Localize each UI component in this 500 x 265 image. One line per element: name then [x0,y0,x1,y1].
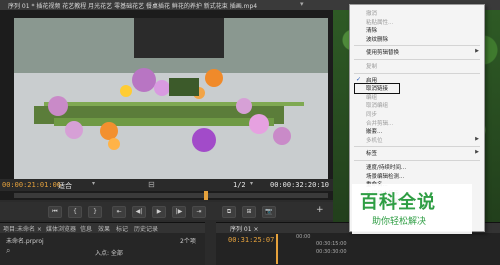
tab-sequence-01[interactable]: 序列 01 × [230,224,258,233]
menu-separator [354,146,480,148]
menu-separator [354,72,480,74]
in-point-filter[interactable]: 入点: 全部 [95,248,123,257]
menu-item: 撤消 [366,11,378,17]
add-marker-button[interactable]: ⏮ [48,206,62,218]
timeline-timecode[interactable]: 00:31:25:07 [228,236,274,244]
menu-item[interactable]: 场景编辑检测... [366,172,404,180]
menu-item: 粘贴属性... [366,19,394,26]
project-file-name: 未命名.prproj [6,238,44,245]
tab-media-browser[interactable]: 媒体浏览器 [46,224,76,233]
scrub-bar[interactable] [14,191,328,200]
play-button[interactable]: ▶ [152,206,166,218]
tab-history[interactable]: 历史记录 [134,224,158,233]
checkmark-icon: ✓ [356,75,362,83]
menu-item[interactable]: 嵌套... [366,127,382,135]
export-frame-button[interactable]: 📷 [262,206,276,218]
extract-button[interactable]: ⊞ [242,206,256,218]
project-panel: 项目:未命名 × 媒体浏览器 信息 效果 标记 历史记录 未命名.prproj … [0,222,205,265]
menu-item: 取消编组 [366,103,389,110]
step-forward-button[interactable]: |▶ [172,206,186,218]
item-count: 2个项 [180,238,196,245]
menu-item[interactable]: 波纹删除 [366,35,388,43]
menu-item: 多机位 [366,137,383,144]
tab-project[interactable]: 项目:未命名 × [3,224,42,233]
menu-item: 复制 [366,64,378,70]
menu-item[interactable]: 清除 [366,26,377,34]
current-timecode[interactable]: 00:00:21:01:06 [2,181,61,189]
search-icon[interactable]: ⌕ [6,246,10,256]
project-panel-tabs: 项目:未命名 × 媒体浏览器 信息 效果 标记 历史记录 [0,223,205,233]
tab-markers[interactable]: 标记 [116,224,128,233]
panel-menu-icon[interactable]: ▾ [300,0,304,8]
video-frame [14,18,328,181]
timeline-playhead[interactable] [276,234,278,264]
watermark-subtitle: 助你轻松解决 [372,217,427,227]
submenu-arrow-icon: ▶ [475,149,479,156]
watermark-title: 百科全说 [360,192,436,213]
safe-margins-icon[interactable]: ⊟ [148,180,155,189]
submenu-arrow-icon: ▶ [475,135,479,142]
go-to-out-button[interactable]: ⇥ [192,206,206,218]
submenu-arrow-icon: ▶ [475,48,479,55]
menu-item[interactable]: 使用剪辑替换 [366,48,399,56]
window-title: 序列 01 * 插花视频 花艺教程 月光花艺 零基础花艺 餐桌插花 鲜花的养护 … [8,3,258,10]
playhead[interactable] [204,191,208,200]
mark-out-button[interactable]: } [88,206,102,218]
ruler-label-1: 00:30:15:00 [316,241,347,247]
step-back-button[interactable]: ◀| [132,206,146,218]
ruler-label-2: 00:30:30:00 [316,249,347,255]
monitor-timecode-bar: 00:00:21:01:06 适合 ▾ ⊟ 1/2 ▾ 00:00:32:20:… [0,179,333,191]
menu-separator [354,160,480,161]
fit-dropdown[interactable]: 适合 [58,181,72,191]
ruler-label-0: 00:00 [296,234,311,240]
tab-effects[interactable]: 效果 [98,224,110,233]
menu-separator [354,59,480,60]
flower-arrangement-image [14,18,328,181]
menu-item: 合并剪辑... [366,120,394,127]
resolution-chevron-icon[interactable]: ▾ [250,180,253,187]
menu-item[interactable]: 速度/持续时间... [366,163,406,171]
resolution-dropdown[interactable]: 1/2 [233,181,246,189]
menu-separator [354,45,480,47]
duration-timecode: 00:00:32:20:10 [270,181,330,189]
program-monitor [0,10,333,200]
menu-item[interactable]: 标签 [366,149,377,157]
lift-button[interactable]: ⧉ [222,206,236,218]
tab-info[interactable]: 信息 [80,224,92,233]
menu-item: 编组 [366,94,378,101]
add-button-icon[interactable]: + [316,205,324,215]
go-to-in-button[interactable]: ⇤ [112,206,126,218]
watermark-logo: 百科全说 助你轻松解决 [352,184,472,234]
transport-controls: ⏮ { } ⇤ ◀| ▶ |▶ ⇥ ⧉ ⊞ 📷 + [0,202,333,220]
menu-item: 同步 [366,112,378,118]
mark-in-button[interactable]: { [68,206,82,218]
fit-dropdown-chevron-icon[interactable]: ▾ [92,180,95,187]
menu-item[interactable]: 取消链接 [366,84,388,92]
